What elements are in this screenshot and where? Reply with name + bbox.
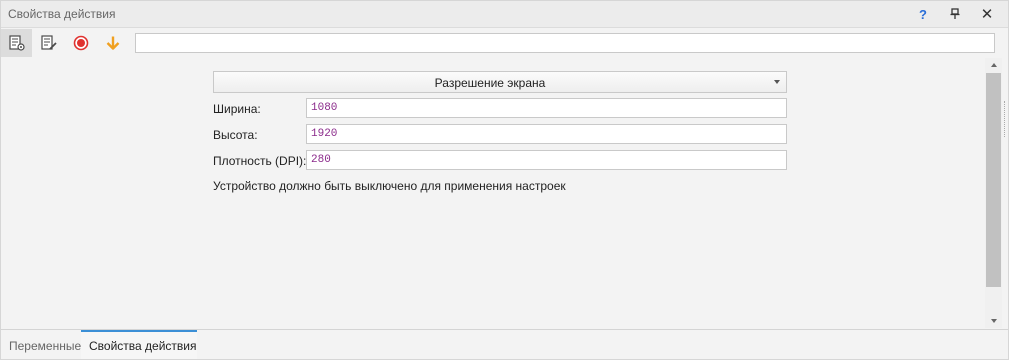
toolbar-input[interactable] [135, 33, 995, 53]
tab-action-properties[interactable]: Свойства действия [81, 330, 197, 359]
edit-notes-icon [40, 35, 57, 50]
height-field[interactable] [306, 124, 787, 144]
resize-grip[interactable] [1004, 101, 1006, 137]
edit-notes-tool-button[interactable] [33, 29, 64, 57]
arrow-up-icon [990, 63, 997, 67]
action-properties-window: Свойства действия ? ✕ Разрешение экрана … [0, 0, 1009, 360]
arrow-down-icon [106, 36, 119, 50]
properties-tool-button[interactable] [1, 29, 32, 57]
move-down-tool-button[interactable] [97, 29, 128, 57]
window-title: Свойства действия [8, 7, 116, 21]
help-button[interactable]: ? [913, 4, 933, 24]
scroll-up-button[interactable] [985, 58, 1002, 72]
close-button[interactable]: ✕ [977, 4, 997, 24]
device-off-note: Устройство должно быть выключено для при… [213, 179, 566, 193]
panel-edge [1002, 58, 1008, 328]
record-icon [73, 35, 88, 51]
width-label: Ширина: [213, 102, 261, 116]
dpi-label: Плотность (DPI): [213, 154, 307, 168]
properties-list-icon [8, 35, 25, 51]
bottom-tabs: Переменные Свойства действия [1, 329, 1008, 359]
dpi-field[interactable] [306, 150, 787, 170]
tab-variables[interactable]: Переменные [9, 330, 81, 359]
mode-dropdown[interactable]: Разрешение экрана [213, 71, 787, 93]
arrow-down-small-icon [990, 319, 997, 323]
vertical-scrollbar[interactable] [985, 58, 1002, 328]
title-bar: Свойства действия ? ✕ [1, 1, 1008, 28]
mode-dropdown-value: Разрешение экрана [434, 76, 546, 90]
scroll-down-button[interactable] [985, 314, 1002, 328]
record-tool-button[interactable] [65, 29, 96, 57]
height-label: Высота: [213, 128, 258, 142]
pin-button[interactable] [945, 4, 965, 24]
toolbar [1, 29, 1008, 57]
pin-icon [950, 8, 960, 19]
chevron-down-icon [774, 80, 780, 84]
width-field[interactable] [306, 98, 787, 118]
scrollbar-thumb[interactable] [986, 73, 1001, 287]
properties-panel: Разрешение экрана Ширина: Высота: Плотно… [1, 58, 985, 328]
